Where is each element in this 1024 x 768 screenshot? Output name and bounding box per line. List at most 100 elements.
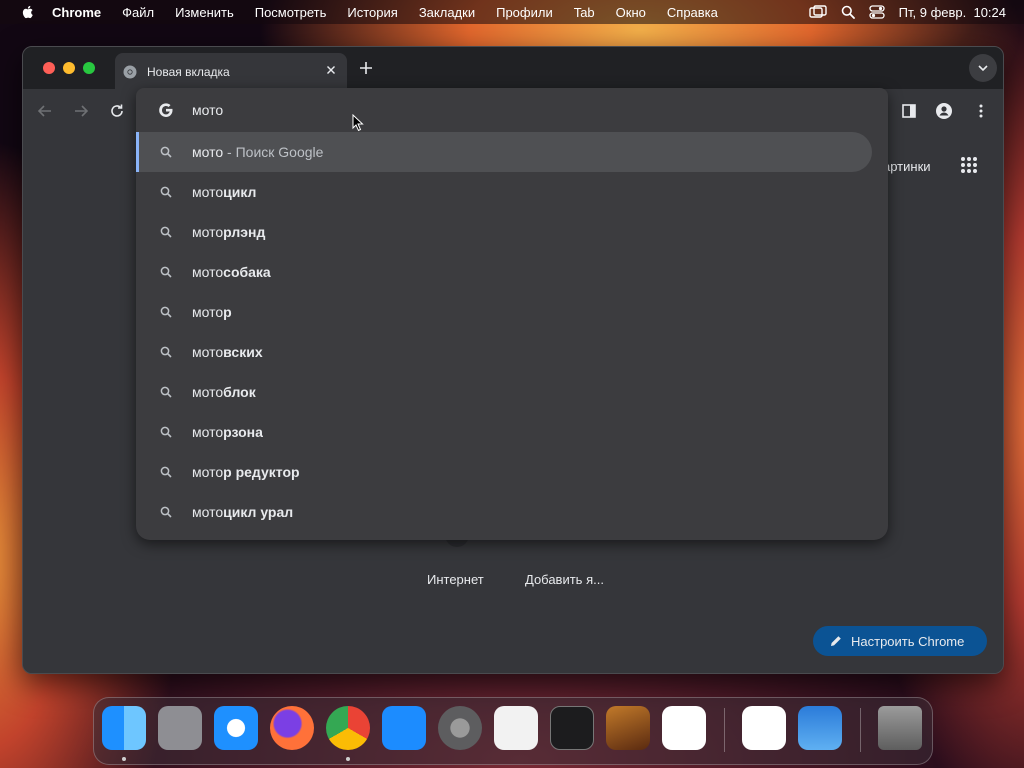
menu-file[interactable]: Файл [122, 5, 154, 20]
trash-icon[interactable] [878, 706, 922, 750]
menu-bookmarks[interactable]: Закладки [419, 5, 475, 20]
tab-strip: Новая вкладка [23, 47, 1003, 89]
suggestion-typed-part: мото [192, 184, 224, 200]
tab-new-tab[interactable]: Новая вкладка [115, 53, 347, 89]
menu-tab[interactable]: Tab [574, 5, 595, 20]
omnibox-query-text: мото [192, 102, 224, 118]
suggestion-typed-part: мото [192, 224, 224, 240]
back-icon[interactable] [37, 103, 53, 119]
weather-icon[interactable] [798, 706, 842, 750]
terminal-icon[interactable] [550, 706, 594, 750]
more-menu-icon[interactable] [973, 103, 989, 119]
reload-icon[interactable] [109, 103, 125, 119]
images-link[interactable]: артинки [883, 159, 931, 174]
new-tab-icon[interactable] [357, 59, 375, 77]
omnibox-suggestion[interactable]: мотоцикл урал [136, 492, 872, 532]
suggestion-typed-part: мото [192, 144, 224, 160]
dock-separator [860, 708, 861, 752]
control-center-icon[interactable] [868, 5, 885, 19]
suggestion-completion: цикл урал [223, 504, 294, 520]
dock-separator [724, 708, 725, 752]
search-icon [160, 346, 172, 358]
suggestion-completion: цикл [223, 184, 257, 200]
suggestion-text: мотоблок [192, 384, 256, 400]
search-icon [160, 226, 172, 238]
omnibox-suggestion[interactable]: мотовских [136, 332, 872, 372]
textedit-icon[interactable] [494, 706, 538, 750]
suggestion-text: моторлэнд [192, 224, 265, 240]
menu-help[interactable]: Справка [667, 5, 718, 20]
menu-history[interactable]: История [347, 5, 397, 20]
suggestion-completion: рзона [223, 424, 263, 440]
forward-icon[interactable] [73, 103, 89, 119]
suggestion-typed-part: мото [192, 304, 224, 320]
search-icon [160, 426, 172, 438]
screen-mirroring-icon[interactable] [808, 5, 827, 19]
visual-studio-icon[interactable] [742, 706, 786, 750]
close-window-button[interactable] [43, 62, 55, 74]
menubar-clock[interactable]: Пт, 9 февр. 10:24 [899, 5, 1006, 20]
menu-view[interactable]: Посмотреть [255, 5, 327, 20]
suggestion-text: мотор редуктор [192, 464, 300, 480]
menu-profiles[interactable]: Профили [496, 5, 553, 20]
zoom-window-button[interactable] [83, 62, 95, 74]
minimize-window-button[interactable] [63, 62, 75, 74]
apple-menu-icon[interactable] [20, 4, 36, 20]
suggestion-typed-part: мото [192, 424, 224, 440]
vscode-icon[interactable] [662, 706, 706, 750]
omnibox-suggestion[interactable]: моторлэнд [136, 212, 872, 252]
omnibox-suggestion[interactable]: мотор редуктор [136, 452, 872, 492]
omnibox-suggestion[interactable]: моторзона [136, 412, 872, 452]
omnibox-suggestion[interactable]: мотособака [136, 252, 872, 292]
suggestion-text: мото - Поиск Google [192, 144, 323, 160]
pencil-icon [831, 636, 841, 646]
omnibox-suggestion[interactable]: мотоцикл [136, 172, 872, 212]
suggestion-completion: вских [223, 344, 263, 360]
shortcut-label-internet: Интернет [427, 572, 484, 587]
google-apps-icon[interactable] [960, 156, 978, 174]
omnibox-suggestion[interactable]: мотоблок [136, 372, 872, 412]
search-icon [160, 506, 172, 518]
close-tab-icon[interactable] [323, 62, 339, 78]
suggestion-text: мотовских [192, 344, 263, 360]
system-settings-icon[interactable] [438, 706, 482, 750]
suggestion-description: - Поиск Google [223, 144, 324, 160]
launchpad-icon[interactable] [158, 706, 202, 750]
suggestion-typed-part: мото [192, 344, 224, 360]
safari-icon[interactable] [214, 706, 258, 750]
customize-chrome-label: Настроить Chrome [851, 633, 965, 649]
menu-edit[interactable]: Изменить [175, 5, 234, 20]
app-menu-chrome[interactable]: Chrome [52, 5, 101, 20]
search-icon [160, 266, 172, 278]
garageband-icon[interactable] [606, 706, 650, 750]
chrome-favicon-icon [123, 65, 137, 79]
profile-avatar-icon[interactable] [936, 103, 952, 119]
suggestion-text: моторзона [192, 424, 263, 440]
customize-chrome-button[interactable]: Настроить Chrome [813, 626, 987, 656]
side-panel-icon[interactable] [901, 103, 917, 119]
spotlight-search-icon[interactable] [841, 5, 855, 19]
shortcut-label-add: Добавить я... [525, 572, 604, 587]
suggestion-completion: блок [223, 384, 256, 400]
suggestion-typed-part: мото [192, 384, 224, 400]
suggestion-text: мотор [192, 304, 232, 320]
search-icon [160, 466, 172, 478]
omnibox-suggestion[interactable]: мотор [136, 292, 872, 332]
search-icon [160, 386, 172, 398]
menu-window[interactable]: Окно [616, 5, 646, 20]
suggestion-text: мотособака [192, 264, 271, 280]
suggestion-completion: собака [223, 264, 271, 280]
app-store-icon[interactable] [382, 706, 426, 750]
omnibox-suggestion[interactable]: мото - Поиск Google [136, 132, 872, 172]
menu-bar: Chrome Файл Изменить Посмотреть История … [0, 0, 1024, 24]
running-indicator [346, 757, 350, 761]
suggestion-typed-part: мото [192, 504, 224, 520]
mouse-cursor-icon [352, 114, 364, 132]
omnibox-input[interactable]: мото [136, 88, 888, 132]
omnibox-dropdown: мото мото - Поиск Google мотоцикл моторлэн… [136, 88, 888, 540]
chrome-icon[interactable] [326, 706, 370, 750]
suggestion-completion: р редуктор [223, 464, 300, 480]
finder-icon[interactable] [102, 706, 146, 750]
tab-search-button[interactable] [969, 54, 997, 82]
firefox-icon[interactable] [270, 706, 314, 750]
